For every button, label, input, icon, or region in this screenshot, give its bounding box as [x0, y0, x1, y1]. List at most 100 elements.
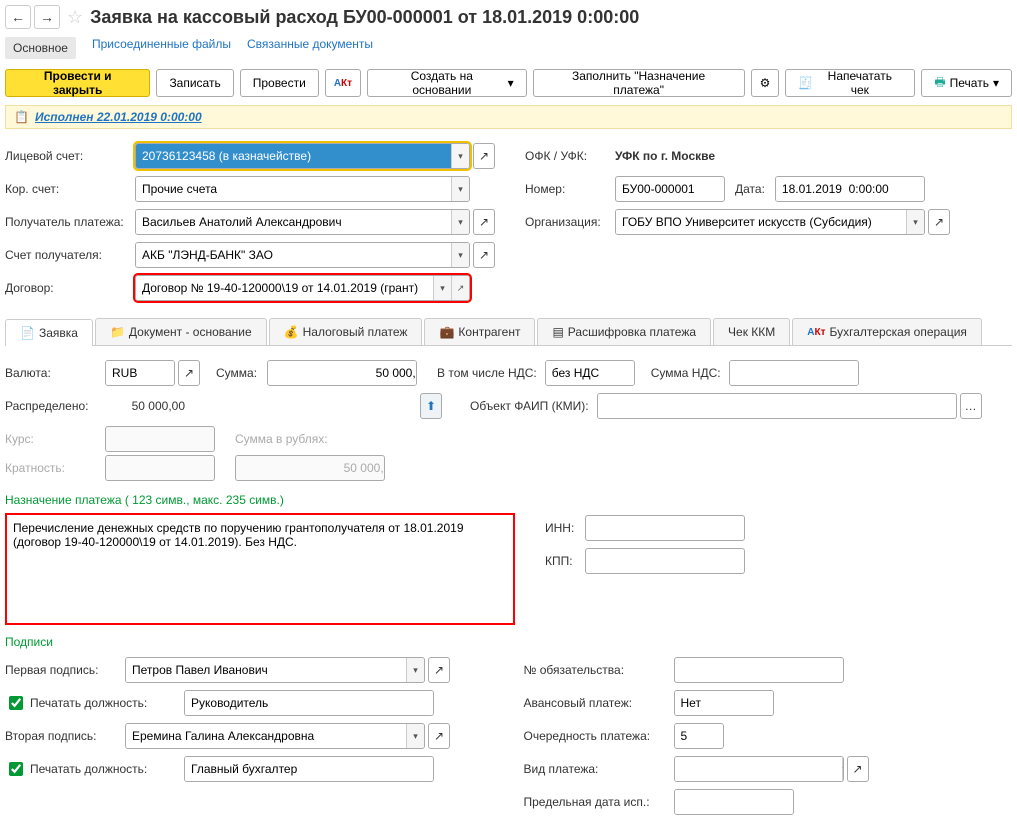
currency-input[interactable]: [106, 361, 175, 385]
post-and-close-button[interactable]: Провести и закрыть: [5, 69, 150, 97]
contract-dropdown-icon[interactable]: ▾: [433, 276, 451, 300]
folder-icon: 📁: [110, 325, 125, 339]
tax-icon: 💰: [284, 325, 299, 339]
sum-input[interactable]: [268, 361, 417, 385]
contract-input[interactable]: [136, 276, 433, 300]
sig2-input[interactable]: [126, 724, 406, 748]
fill-purpose-button[interactable]: Заполнить "Назначение платежа": [533, 69, 745, 97]
org-label: Организация:: [525, 215, 615, 229]
briefcase-icon: 💼: [439, 325, 454, 339]
sig1-input[interactable]: [126, 658, 406, 682]
tab-kkm-label: Чек ККМ: [728, 325, 775, 339]
print-pos1-checkbox[interactable]: [9, 696, 23, 710]
rub-sum-input: [236, 456, 385, 480]
pos1-input[interactable]: [185, 691, 433, 715]
faip-input[interactable]: [597, 393, 957, 419]
purpose-header: Назначение платежа ( 123 симв., макс. 23…: [5, 493, 1012, 507]
payment-type-dropdown-icon[interactable]: ▾: [842, 757, 844, 781]
nav-files[interactable]: Присоединенные файлы: [92, 37, 231, 59]
sig1-dropdown-icon[interactable]: ▾: [406, 658, 424, 682]
sig2-dropdown-icon[interactable]: ▾: [406, 724, 424, 748]
multiplicity-label: Кратность:: [5, 461, 105, 475]
tab-breakdown-label: Расшифровка платежа: [568, 325, 696, 339]
print-receipt-button[interactable]: 🧾 Напечатать чек: [785, 69, 915, 97]
inn-label: ИНН:: [545, 521, 585, 535]
signatures-header: Подписи: [5, 635, 1012, 649]
nav-forward-button[interactable]: →: [34, 5, 60, 29]
korr-label: Кор. счет:: [5, 182, 135, 196]
org-open-button[interactable]: ↗: [928, 209, 950, 235]
print-pos2-checkbox[interactable]: [9, 762, 23, 776]
currency-label: Валюта:: [5, 366, 105, 380]
create-based-on-button[interactable]: Создать на основании ▾: [367, 69, 527, 97]
settings-button[interactable]: ⚙: [751, 69, 780, 97]
recipient-input[interactable]: [136, 210, 451, 234]
up-arrow-button[interactable]: ⬆: [420, 393, 442, 419]
post-button[interactable]: Провести: [240, 69, 319, 97]
number-label: Номер:: [525, 182, 615, 196]
advance-input[interactable]: [675, 691, 774, 715]
inn-input[interactable]: [585, 515, 745, 541]
print-receipt-label: Напечатать чек: [817, 69, 902, 97]
contract-label: Договор:: [5, 281, 135, 295]
currency-open-button[interactable]: ↗: [178, 360, 200, 386]
tab-counterparty[interactable]: 💼 Контрагент: [424, 318, 535, 345]
sig2-label: Вторая подпись:: [5, 729, 125, 743]
korr-input[interactable]: [136, 177, 451, 201]
print-button[interactable]: 🖶 Печать ▾: [921, 69, 1012, 97]
save-button[interactable]: Записать: [156, 69, 233, 97]
org-input[interactable]: [616, 210, 906, 234]
tab-tax-label: Налоговый платеж: [303, 325, 408, 339]
distributed-label: Распределено:: [5, 399, 105, 413]
recipient-open-button[interactable]: ↗: [473, 209, 495, 235]
vat-rate-input[interactable]: [546, 361, 635, 385]
dropdown-icon: ▾: [993, 76, 999, 90]
receipt-icon: 🧾: [798, 76, 813, 90]
deadline-label: Предельная дата исп.:: [524, 795, 674, 809]
faip-more-button[interactable]: …: [960, 393, 982, 419]
deadline-input[interactable]: [675, 790, 794, 814]
sig2-open-button[interactable]: ↗: [428, 723, 450, 749]
purpose-textarea[interactable]: [5, 513, 515, 625]
priority-input[interactable]: [675, 724, 724, 748]
tab-tax[interactable]: 💰 Налоговый платеж: [269, 318, 423, 345]
tab-request-label: Заявка: [39, 326, 78, 340]
sig1-open-button[interactable]: ↗: [428, 657, 450, 683]
org-dropdown-icon[interactable]: ▾: [906, 210, 924, 234]
obligation-input[interactable]: [674, 657, 844, 683]
rub-sum-label: Сумма в рублях:: [235, 432, 328, 446]
kpp-input[interactable]: [585, 548, 745, 574]
tab-counterparty-label: Контрагент: [458, 325, 520, 339]
list-icon: ▤: [552, 325, 563, 339]
tab-kkm[interactable]: Чек ККМ: [713, 318, 790, 345]
number-input[interactable]: [615, 176, 725, 202]
tab-breakdown[interactable]: ▤ Расшифровка платежа: [537, 318, 711, 345]
recip-acc-input[interactable]: [136, 243, 451, 267]
recip-acc-dropdown-icon[interactable]: ▾: [451, 243, 469, 267]
payment-type-open-button[interactable]: ↗: [847, 756, 869, 782]
status-link[interactable]: Исполнен 22.01.2019 0:00:00: [35, 110, 202, 124]
nav-back-button[interactable]: ←: [5, 5, 31, 29]
tab-accounting[interactable]: АКтБухгалтерская операция: [792, 318, 982, 345]
sig1-label: Первая подпись:: [5, 663, 125, 677]
print-pos2-label: Печатать должность:: [30, 762, 180, 776]
tab-basis[interactable]: 📁Документ - основание: [95, 318, 267, 345]
contract-open-icon[interactable]: ↗: [451, 276, 469, 300]
nav-linked[interactable]: Связанные документы: [247, 37, 373, 59]
account-dropdown-icon[interactable]: ▾: [451, 144, 469, 168]
document-icon: 📄: [20, 326, 35, 340]
recip-acc-open-button[interactable]: ↗: [473, 242, 495, 268]
account-input[interactable]: [136, 144, 451, 168]
date-input[interactable]: [776, 177, 925, 201]
payment-type-input[interactable]: [675, 757, 842, 781]
pos2-input[interactable]: [185, 757, 433, 781]
korr-dropdown-icon[interactable]: ▾: [451, 177, 469, 201]
account-open-button[interactable]: ↗: [473, 143, 495, 169]
page-title: Заявка на кассовый расход БУ00-000001 от…: [90, 7, 639, 28]
tab-request[interactable]: 📄 Заявка: [5, 319, 93, 346]
vat-sum-input[interactable]: [730, 361, 859, 385]
akkt-button[interactable]: АКт: [325, 69, 361, 97]
favorite-star-icon[interactable]: ☆: [67, 7, 83, 28]
nav-main[interactable]: Основное: [5, 37, 76, 59]
recipient-dropdown-icon[interactable]: ▾: [451, 210, 469, 234]
